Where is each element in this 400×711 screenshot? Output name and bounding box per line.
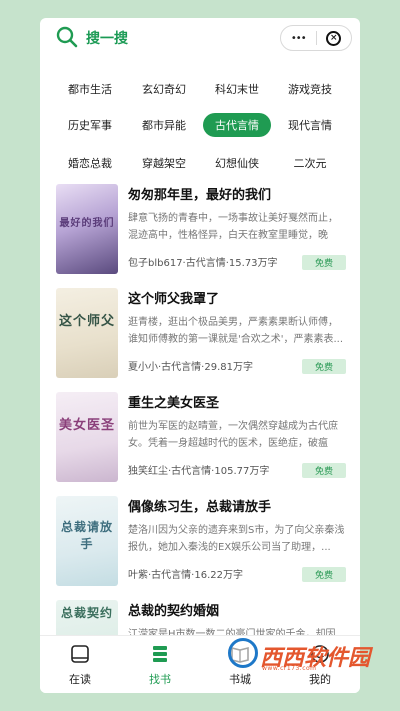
book-meta: 夏小小·古代言情·29.81万字: [128, 362, 253, 373]
tab-label: 在读: [69, 673, 91, 686]
book-description: 楚洛川因为父亲的遗弃来到S市，为了向父亲秦浅报仇，她加入秦浅的EX娱乐公司当了助…: [128, 525, 345, 553]
category-label: 都市生活: [68, 83, 112, 96]
category-label: 玄幻奇幻: [142, 83, 186, 96]
watermark-url: www.cr173.com: [262, 665, 317, 672]
book-item[interactable]: 总裁契约 总裁的契约婚姻 江滢家是H市数一数二的豪门世家的千金，却因一...: [40, 592, 360, 635]
tab-label: 我的: [309, 673, 331, 686]
category-chip[interactable]: 玄幻奇幻: [130, 77, 198, 101]
close-glyph: ×: [329, 32, 338, 43]
book-item[interactable]: 这个师父 这个师父我罩了 逛青楼，逛出个极品美男，严素素果断认师傅，谁知师傅教的…: [40, 280, 360, 384]
book-title: 重生之美女医圣: [128, 396, 220, 411]
search-icon[interactable]: [56, 26, 78, 48]
cover-title: 总裁契约: [60, 606, 113, 620]
watermark-logo-icon: [228, 638, 258, 668]
tab-reading[interactable]: 在读: [40, 636, 120, 693]
book-meta: 包子blb617·古代言情·15.73万字: [128, 258, 278, 269]
category-chip[interactable]: 二次元: [276, 151, 344, 175]
book-description: 前世为军医的赵晴萱，一次偶然穿越成为古代庶女。凭着一身超越时代的医术，医绝症，破…: [128, 421, 338, 449]
book-icon: [71, 645, 89, 663]
miniprogram-capsule: ••• ×: [280, 25, 352, 51]
book-description: 肆意飞扬的青春中，一场事故让美好戛然而止，混迹高中，性格怪异，白天在教室里睡觉，…: [128, 213, 338, 241]
book-cover: 总裁请放手: [56, 496, 118, 586]
more-menu-button[interactable]: •••: [281, 26, 316, 50]
category-label: 历史军事: [68, 119, 112, 132]
category-label: 婚恋总裁: [68, 157, 112, 170]
app-screen: 搜一搜 ••• × 都市生活 玄幻奇幻 科幻末世 游戏竞技 历史军事 都市异能 …: [40, 18, 360, 693]
book-title: 偶像练习生，总裁请放手: [128, 500, 272, 515]
category-label: 二次元: [293, 157, 327, 170]
category-label: 都市异能: [142, 119, 186, 132]
site-watermark: 西西软件园 www.cr173.com: [228, 636, 388, 672]
book-cover: 最好的我们: [56, 184, 118, 274]
cover-title: 最好的我们: [59, 218, 115, 229]
cover-title: 这个师父: [58, 314, 115, 329]
book-item[interactable]: 美女医圣 重生之美女医圣 前世为军医的赵晴萱，一次偶然穿越成为古代庶女。凭着一身…: [40, 384, 360, 488]
category-label: 幻想仙侠: [215, 157, 259, 170]
book-meta: 叶紫·古代言情·16.22万字: [128, 570, 243, 581]
category-chip[interactable]: 都市异能: [130, 113, 198, 137]
book-cover: 这个师父: [56, 288, 118, 378]
category-label: 穿越架空: [142, 157, 186, 170]
category-label: 现代言情: [288, 119, 332, 132]
category-chip[interactable]: 婚恋总裁: [56, 151, 124, 175]
free-badge: 免费: [302, 567, 346, 582]
category-chip[interactable]: 都市生活: [56, 77, 124, 101]
book-meta: 独笑红尘·古代言情·105.77万字: [128, 466, 270, 477]
category-chip[interactable]: 现代言情: [276, 113, 344, 137]
book-item[interactable]: 最好的我们 匆匆那年里，最好的我们 肆意飞扬的青春中，一场事故让美好戛然而止，混…: [40, 176, 360, 280]
cover-title: 总裁请放手: [60, 520, 113, 551]
book-description: 逛青楼，逛出个极品美男，严素素果断认师傅，谁知师傅教的第一课就是'合欢之术'，严…: [128, 317, 344, 345]
category-chip[interactable]: 科幻末世: [203, 77, 271, 101]
book-cover: 总裁契约: [56, 600, 118, 635]
free-badge: 免费: [302, 255, 346, 270]
category-chip[interactable]: 历史军事: [56, 113, 124, 137]
close-button[interactable]: ×: [317, 26, 352, 50]
book-title: 总裁的契约婚姻: [128, 604, 220, 619]
close-icon: ×: [326, 30, 342, 46]
tab-label: 找书: [149, 673, 171, 686]
book-description: 江滢家是H市数一数二的豪门世家的千金，却因一...: [128, 629, 336, 635]
more-icon: •••: [290, 32, 307, 44]
category-label: 游戏竞技: [288, 83, 332, 96]
tab-label: 书城: [229, 673, 251, 686]
category-chip[interactable]: 穿越架空: [130, 151, 198, 175]
book-item[interactable]: 总裁请放手 偶像练习生，总裁请放手 楚洛川因为父亲的遗弃来到S市，为了向父亲秦浅…: [40, 488, 360, 592]
category-chip[interactable]: 幻想仙侠: [203, 151, 271, 175]
header: 搜一搜 ••• ×: [40, 18, 360, 58]
tab-find-books[interactable]: 找书: [120, 636, 200, 693]
search-label[interactable]: 搜一搜: [86, 28, 128, 48]
free-badge: 免费: [302, 359, 346, 374]
book-title: 这个师父我罩了: [128, 292, 220, 307]
book-cover: 美女医圣: [56, 392, 118, 482]
category-label: 古代言情: [215, 119, 259, 132]
free-badge: 免费: [302, 463, 346, 478]
category-chip[interactable]: 游戏竞技: [276, 77, 344, 101]
cover-title: 美女医圣: [58, 418, 115, 433]
category-label: 科幻末世: [215, 83, 259, 96]
stack-icon: [153, 646, 167, 662]
category-chip-selected[interactable]: 古代言情: [203, 113, 271, 137]
book-title: 匆匆那年里，最好的我们: [128, 188, 272, 203]
